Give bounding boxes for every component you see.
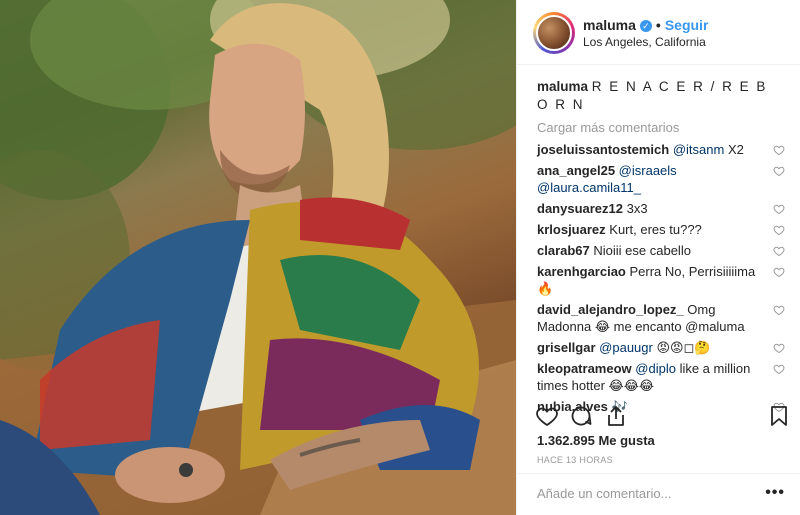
avatar[interactable] xyxy=(536,15,572,51)
comment-like-heart-icon[interactable] xyxy=(773,224,785,236)
heart-icon[interactable] xyxy=(535,404,559,428)
comment-item: danysuarez12 3x3 xyxy=(537,200,785,217)
comment-icon[interactable] xyxy=(569,404,593,428)
comment-item: clarab67 Nioiii ese cabello xyxy=(537,242,785,259)
post-side-panel: maluma ✓ • Seguir Los Angeles, California m… xyxy=(516,0,800,515)
post-header: maluma ✓ • Seguir Los Angeles, California xyxy=(517,0,800,65)
comment-username[interactable]: krlosjuarez xyxy=(537,222,606,237)
follow-button[interactable]: Seguir xyxy=(665,17,709,33)
comment-item: joseluissantostemich @itsanm X2 xyxy=(537,141,785,158)
comment-username[interactable]: danysuarez12 xyxy=(537,201,623,216)
post-photo-illustration xyxy=(0,0,516,515)
header-username[interactable]: maluma xyxy=(583,17,636,33)
location-link[interactable]: Los Angeles, California xyxy=(583,35,706,49)
comment-like-heart-icon[interactable] xyxy=(773,363,785,375)
more-options-icon[interactable]: ••• xyxy=(765,484,785,502)
comment-item: david_alejandro_lopez_ Omg Madonna 😂 me … xyxy=(537,301,785,335)
comment-username[interactable]: clarab67 xyxy=(537,243,590,258)
avatar-story-ring[interactable] xyxy=(533,12,575,54)
comment-text: 😡😡◻🤔 xyxy=(652,340,711,355)
comment-like-heart-icon[interactable] xyxy=(773,245,785,257)
comment-item: ana_angel25 @israaels @laura.camila11_ xyxy=(537,162,785,196)
comment-username[interactable]: kleopatrameow xyxy=(537,361,632,376)
comment-username[interactable]: david_alejandro_lopez_ xyxy=(537,302,684,317)
verified-badge-icon: ✓ xyxy=(639,20,652,32)
comment-username[interactable]: ana_angel25 xyxy=(537,163,615,178)
comment-item: krlosjuarez Kurt, eres tu??? xyxy=(537,221,785,238)
comment-like-heart-icon[interactable] xyxy=(773,165,785,177)
comment-text: 3x3 xyxy=(626,201,648,216)
bookmark-icon[interactable] xyxy=(767,404,791,428)
likes-count[interactable]: 1.362.895 Me gusta xyxy=(537,433,655,448)
comment-item: karenhgarciao Perra No, Perrisiiiiima 🔥 xyxy=(537,263,785,297)
comment-like-heart-icon[interactable] xyxy=(773,144,785,156)
caption-username[interactable]: maluma xyxy=(537,79,588,94)
post-caption: maluma R E N A C E R / R E B O R N xyxy=(537,78,785,114)
comment-mention[interactable]: @pauugr xyxy=(599,340,653,355)
comment-item: grisellgar @pauugr 😡😡◻🤔 xyxy=(537,339,785,356)
comment-item: kleopatrameow @diplo like a million time… xyxy=(537,360,785,394)
comment-username[interactable]: karenhgarciao xyxy=(537,264,626,279)
comment-like-heart-icon[interactable] xyxy=(773,342,785,354)
comment-like-heart-icon[interactable] xyxy=(773,304,785,316)
post-photo[interactable] xyxy=(0,0,516,515)
header-user-line: maluma ✓ • Seguir xyxy=(583,17,708,33)
separator-dot: • xyxy=(655,17,661,33)
comment-mention[interactable]: @diplo xyxy=(635,361,676,376)
comment-username[interactable]: joseluissantostemich xyxy=(537,142,669,157)
comment-text: X2 xyxy=(724,142,744,157)
comment-text: Kurt, eres tu??? xyxy=(609,222,702,237)
comment-text: Nioiii ese cabello xyxy=(593,243,691,258)
share-icon[interactable] xyxy=(604,404,628,428)
load-more-comments-button[interactable]: Cargar más comentarios xyxy=(537,120,785,135)
post-timestamp[interactable]: HACE 13 HORAS xyxy=(537,455,613,465)
comments-list: maluma R E N A C E R / R E B O R N Carga… xyxy=(517,66,800,414)
comment-like-heart-icon[interactable] xyxy=(773,203,785,215)
post-actions-bar xyxy=(517,396,800,436)
comment-username[interactable]: grisellgar xyxy=(537,340,596,355)
add-comment-input[interactable] xyxy=(537,486,757,501)
comment-like-heart-icon[interactable] xyxy=(773,266,785,278)
comment-mention[interactable]: @itsanm xyxy=(673,142,725,157)
add-comment-bar: ••• xyxy=(517,473,800,515)
